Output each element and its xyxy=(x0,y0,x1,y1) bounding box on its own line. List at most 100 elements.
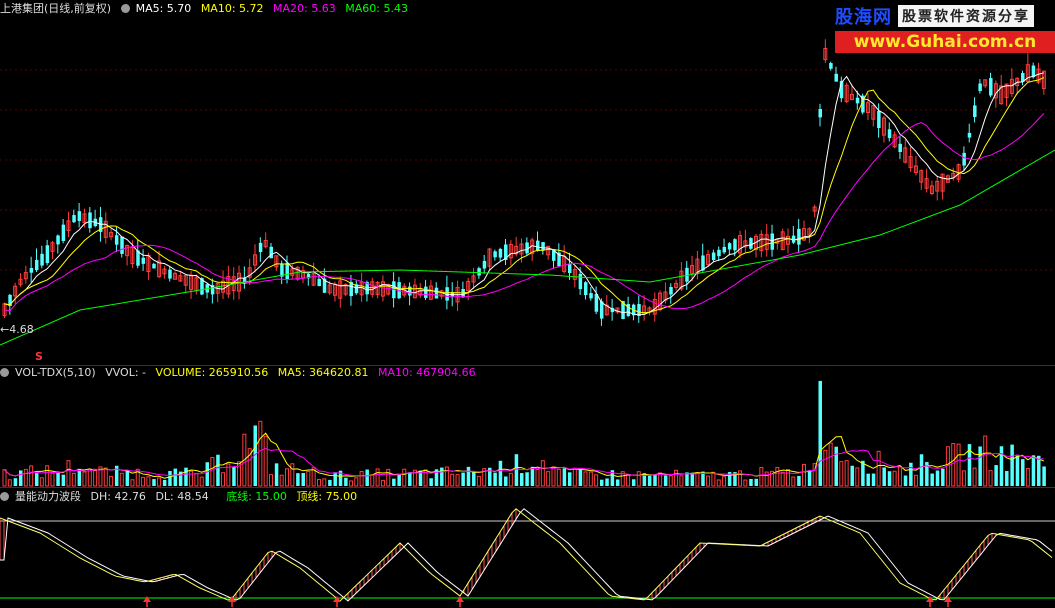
candle-body xyxy=(727,243,732,250)
volume-bar xyxy=(876,450,881,487)
volume-bar xyxy=(216,454,220,486)
volume-bar xyxy=(296,473,300,486)
volume-bar xyxy=(359,470,364,487)
indicator-name: 量能动力波段 xyxy=(15,490,81,503)
volume-bar xyxy=(205,462,210,486)
candle-body xyxy=(45,245,50,264)
volume-bar xyxy=(455,474,460,487)
dh-value: DH: 42.76 xyxy=(90,490,146,503)
buy-arrow-icon xyxy=(456,596,464,602)
volume-bar xyxy=(466,466,471,486)
volume-bar xyxy=(797,475,801,486)
candle-body xyxy=(818,109,822,118)
volume-bar xyxy=(802,463,806,487)
candle-body xyxy=(34,259,39,271)
volume-bar xyxy=(695,471,700,487)
candle-body xyxy=(887,129,892,139)
candle-body xyxy=(29,267,34,273)
volume-bar xyxy=(850,465,854,486)
volume-bar xyxy=(994,465,998,486)
volume-bar xyxy=(951,443,956,487)
price-pane[interactable]: 上港集团(日线,前复权) MA5: 5.70 MA10: 5.72 MA20: … xyxy=(0,0,1055,365)
volume-bar xyxy=(258,420,263,487)
volume-bar xyxy=(941,468,945,486)
price-chart[interactable] xyxy=(0,0,1055,365)
floor-line-value: 底线: 15.00 xyxy=(226,490,287,503)
volume-bar xyxy=(754,478,759,486)
volume-bar xyxy=(861,460,865,486)
volume-bar xyxy=(194,473,199,487)
volume-bar xyxy=(18,470,23,486)
volume-bar xyxy=(807,470,812,486)
candle-body xyxy=(77,211,82,221)
ma10-value: MA10: 5.72 xyxy=(200,2,264,15)
candle-body xyxy=(408,286,412,296)
candle-body xyxy=(717,249,721,257)
volume-bar xyxy=(978,446,982,486)
candle-body xyxy=(589,293,593,299)
candle-body xyxy=(834,73,838,82)
volume-bar xyxy=(775,466,780,487)
candle-body xyxy=(258,242,263,253)
volume-bar xyxy=(711,471,716,487)
candle-body xyxy=(114,235,119,245)
volume-bar xyxy=(738,470,743,487)
volume-bar xyxy=(716,479,721,487)
volume-bar xyxy=(29,465,34,487)
volume-bar xyxy=(461,472,465,486)
volume-bar xyxy=(109,475,114,487)
candle-body xyxy=(498,248,503,258)
volume-bar xyxy=(892,470,897,487)
volume-indicator-name: VOL-TDX(5,10) xyxy=(15,366,96,379)
volume-bar xyxy=(791,476,796,487)
volume-bar xyxy=(972,467,977,487)
volume-header: VOL-TDX(5,10) VVOL: - VOLUME: 265910.56 … xyxy=(0,366,482,380)
indicator-chart[interactable] xyxy=(0,488,1055,608)
volume-chart[interactable] xyxy=(0,366,1055,487)
candle-body xyxy=(40,253,44,266)
volume-bar xyxy=(344,477,348,486)
candle-body xyxy=(482,260,487,269)
settings-dot-icon[interactable] xyxy=(0,492,9,501)
volume-bar xyxy=(375,468,380,487)
volume-bar xyxy=(913,474,918,487)
volume-bar xyxy=(706,475,711,487)
candle-body xyxy=(477,268,481,276)
ma5-value: MA5: 5.70 xyxy=(135,2,192,15)
volume-bar xyxy=(605,478,609,486)
volume-bar xyxy=(429,478,433,486)
volume-bar xyxy=(397,474,401,486)
volume-bar xyxy=(444,466,449,487)
volume-bar xyxy=(615,479,620,486)
volume-bar xyxy=(386,468,391,487)
volume-bar xyxy=(13,478,18,486)
volume-bar xyxy=(1031,455,1036,486)
volume-bar xyxy=(834,446,838,486)
candle-body xyxy=(733,239,737,251)
volume-bar xyxy=(450,473,455,487)
volume-bar xyxy=(82,471,87,487)
volume-bar xyxy=(61,474,66,486)
watermark-url: www.Guhai.com.cn xyxy=(835,31,1055,53)
volume-bar xyxy=(380,479,385,487)
volume-bar xyxy=(274,463,279,486)
volume-bar xyxy=(540,460,545,487)
volume-pane[interactable]: VOL-TDX(5,10) VVOL: - VOLUME: 265910.56 … xyxy=(0,366,1055,487)
volume-bar xyxy=(152,479,156,486)
volume-bar xyxy=(408,472,412,486)
volume-bar xyxy=(823,449,828,487)
volume-bar xyxy=(189,470,194,487)
candle-body xyxy=(962,152,966,166)
indicator-pane[interactable]: 量能动力波段 DH: 42.76 DL: 48.54 底线: 15.00 顶线:… xyxy=(0,488,1055,608)
settings-dot-icon[interactable] xyxy=(120,4,130,13)
settings-dot-icon[interactable] xyxy=(0,368,9,377)
candle-body xyxy=(168,269,172,279)
volume-bar xyxy=(66,460,71,487)
volume-bar xyxy=(508,472,513,487)
volume-bar xyxy=(306,470,311,487)
volume-bar xyxy=(498,460,503,486)
volume-bar xyxy=(647,475,652,486)
volume-bar xyxy=(354,477,359,487)
candle-body xyxy=(711,252,716,261)
vvol-value: VVOL: - xyxy=(105,366,147,379)
